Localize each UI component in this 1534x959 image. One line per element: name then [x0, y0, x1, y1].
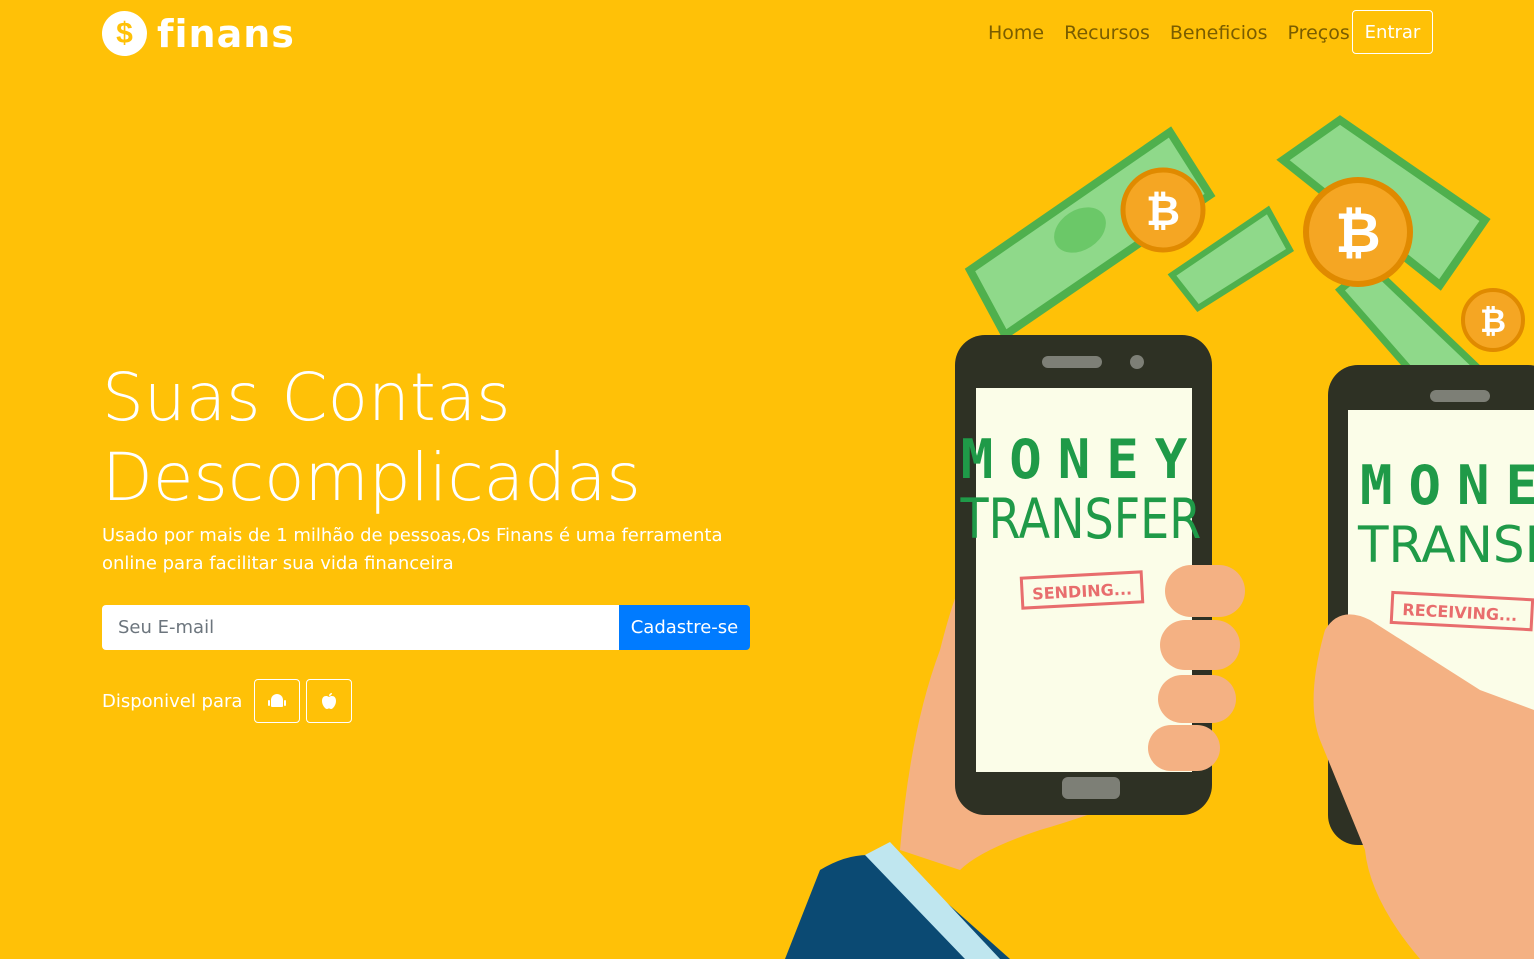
- nav-links: Home Recursos Beneficios Preços: [988, 22, 1370, 44]
- phone1-line1: MONEY: [961, 428, 1204, 491]
- hero-title-line2: Descomplicadas: [102, 439, 641, 516]
- android-icon: [268, 694, 287, 707]
- phone1-line2: TRANSFER: [960, 487, 1202, 551]
- phone2-line2: TRANSFE: [1357, 516, 1534, 574]
- nav-link-precos[interactable]: Preços: [1288, 22, 1350, 44]
- brand-name: finans: [157, 11, 295, 56]
- navbar: $ finans Home Recursos Beneficios Preços…: [0, 0, 1534, 70]
- hero-title-line1: Suas Contas: [102, 359, 511, 436]
- login-button[interactable]: Entrar: [1352, 10, 1433, 54]
- email-input[interactable]: [102, 605, 619, 650]
- svg-text:₿: ₿: [1146, 186, 1180, 235]
- apple-store-button[interactable]: [306, 679, 353, 723]
- signup-button[interactable]: Cadastre-se: [619, 605, 750, 650]
- bitcoin-coin-3: ₿: [1461, 288, 1525, 352]
- dollar-icon: $: [102, 11, 147, 56]
- available-label: Disponivel para: [102, 690, 243, 712]
- nav-link-recursos[interactable]: Recursos: [1064, 22, 1150, 44]
- hero-subtitle: Usado por mais de 1 milhão de pessoas,Os…: [102, 525, 723, 574]
- apple-icon: [322, 693, 337, 709]
- svg-text:₿: ₿: [1335, 201, 1381, 266]
- signup-form: Cadastre-se: [102, 605, 750, 650]
- android-store-button[interactable]: [254, 679, 301, 723]
- nav-link-home[interactable]: Home: [988, 22, 1044, 44]
- brand-logo[interactable]: $ finans: [102, 11, 295, 56]
- money-transfer-illustration: ₿ ₿ ₿ MONEY TRANSFER SENDING... MONE TRA…: [785, 115, 1534, 959]
- hero-title: Suas Contas Descomplicadas: [102, 358, 702, 518]
- phone2-line1: MONE: [1360, 454, 1534, 517]
- available-on: Disponivel para: [102, 679, 353, 723]
- svg-text:₿: ₿: [1480, 302, 1506, 340]
- bitcoin-coin-1: ₿: [1120, 167, 1206, 253]
- bitcoin-coin-2: ₿: [1303, 177, 1413, 287]
- nav-link-beneficios[interactable]: Beneficios: [1170, 22, 1268, 44]
